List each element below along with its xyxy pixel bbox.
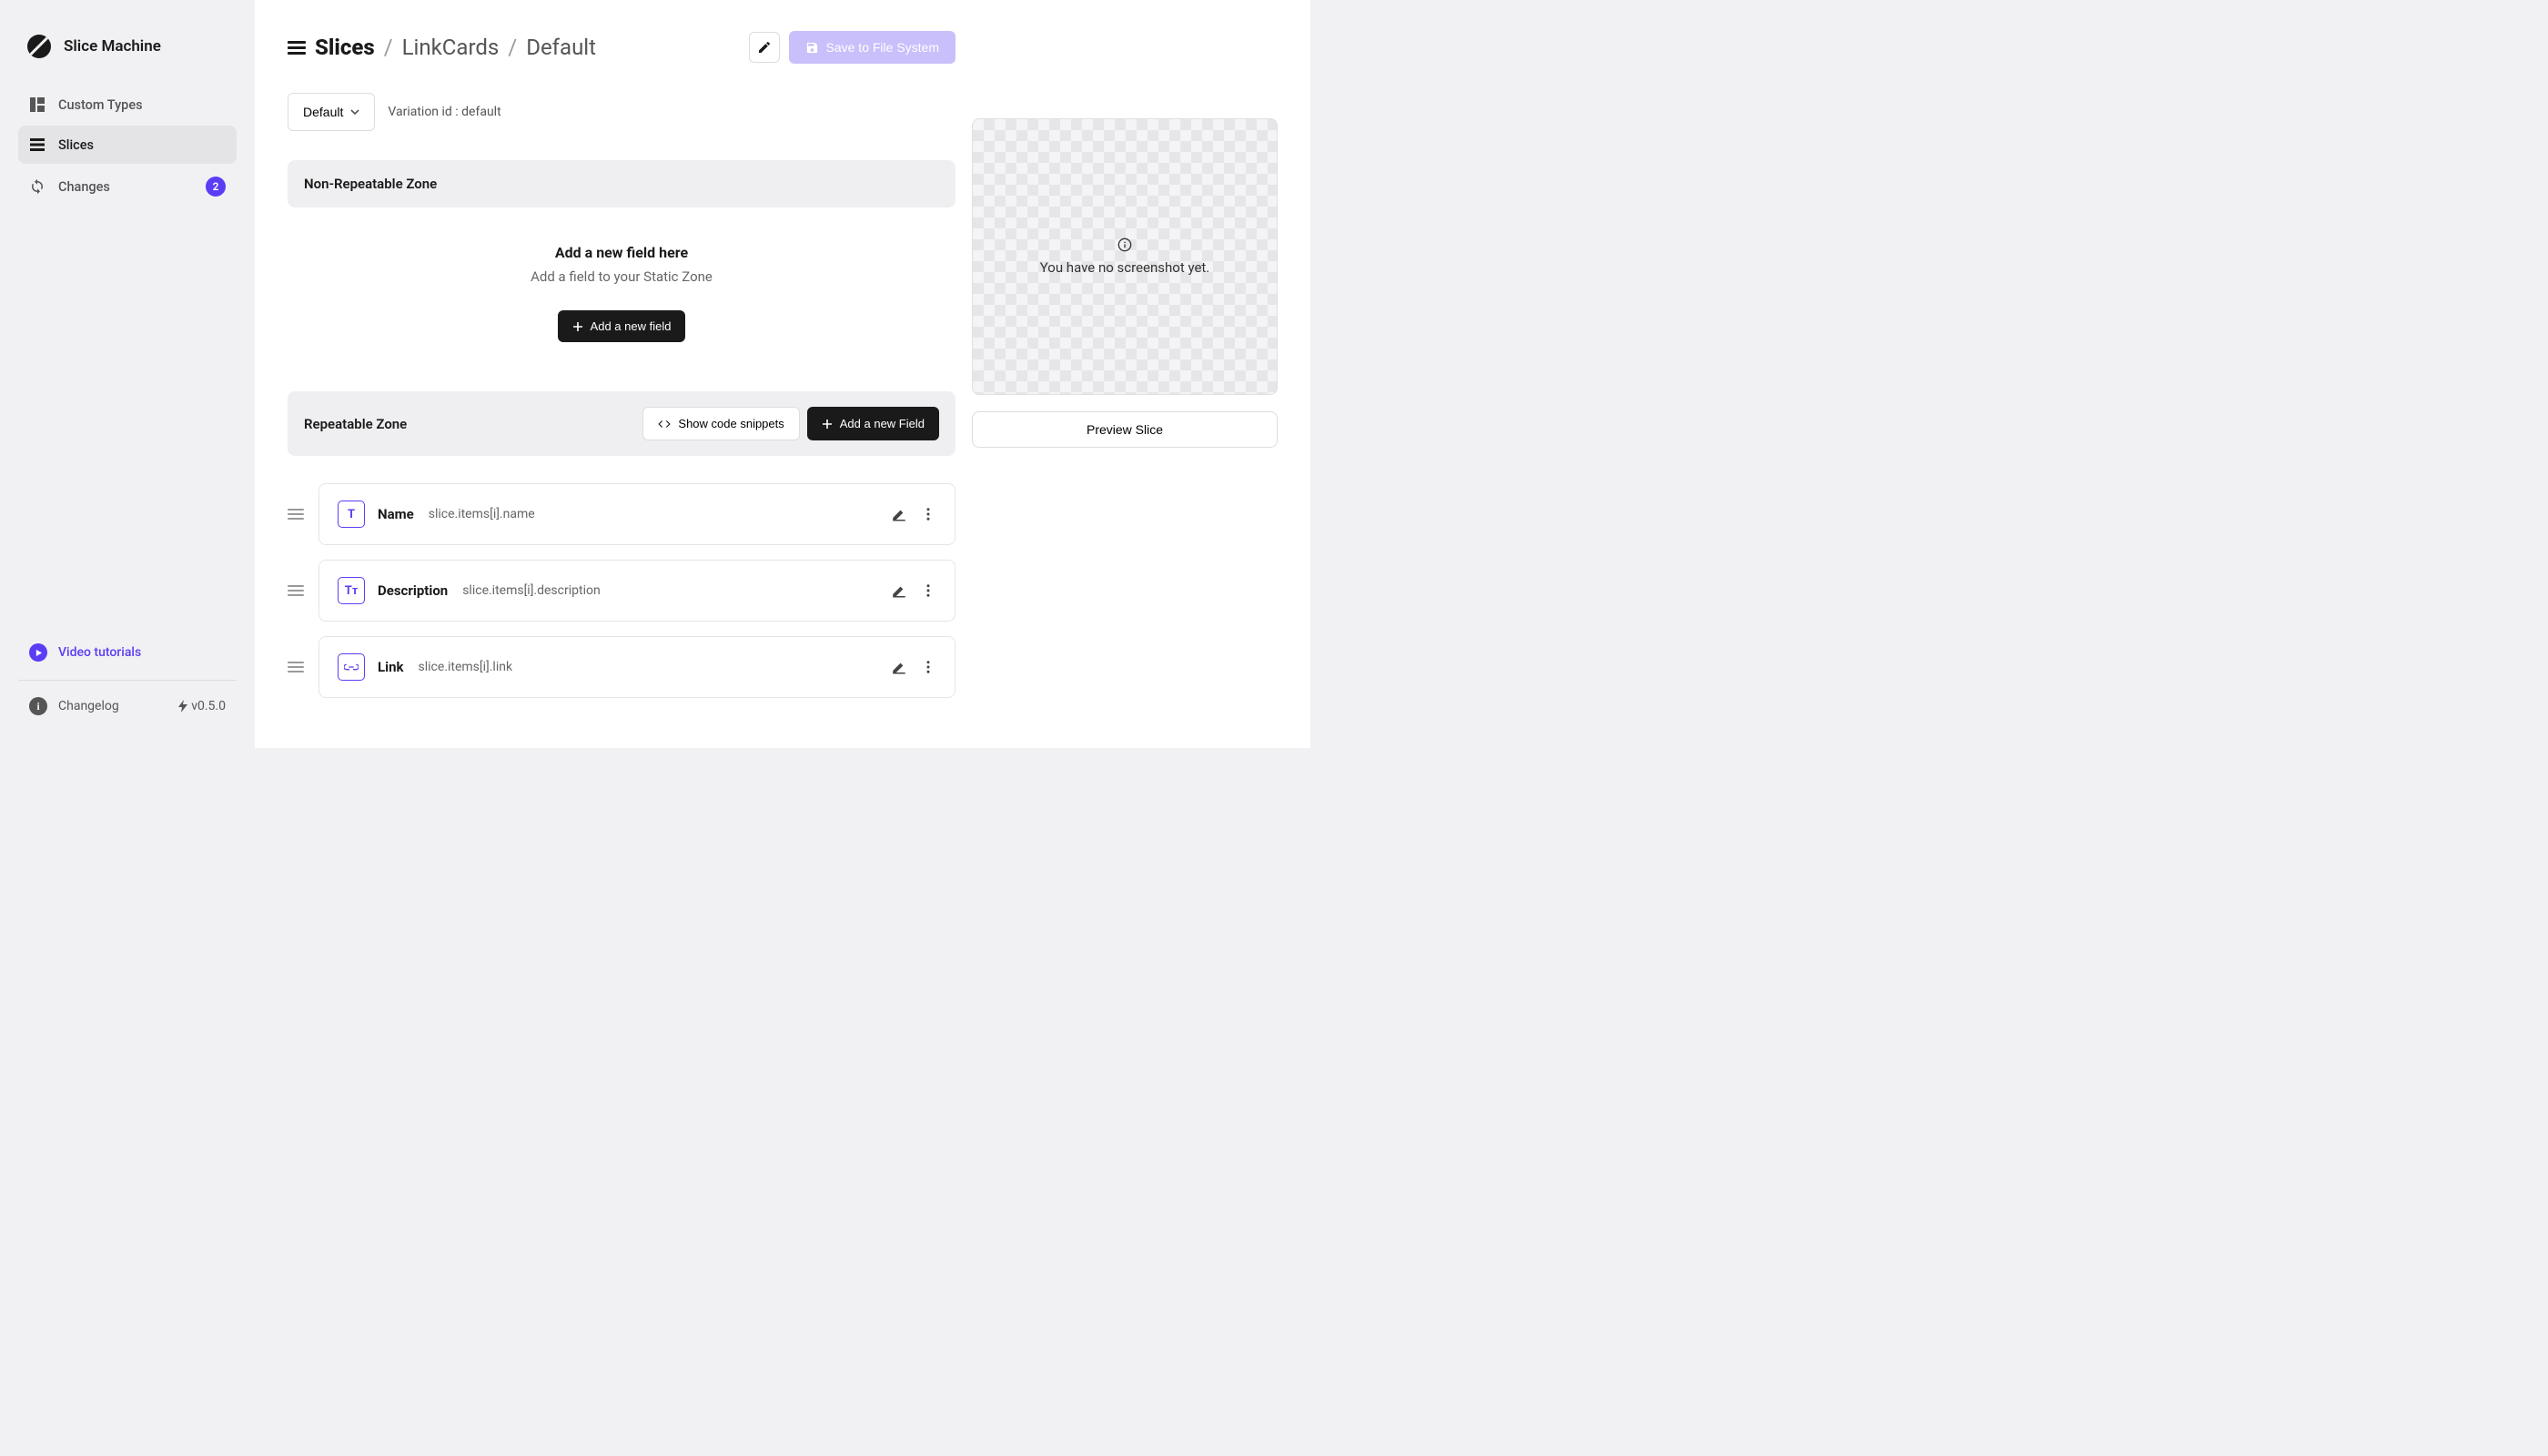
logo-row: Slice Machine [0, 18, 255, 86]
variation-selected: Default [303, 105, 343, 119]
code-icon [658, 418, 671, 430]
field-actions [891, 582, 936, 599]
variation-dropdown[interactable]: Default [288, 93, 375, 131]
sidebar-item-label: Custom Types [58, 97, 143, 113]
nonrepeatable-zone-header: Non-Repeatable Zone [288, 160, 956, 207]
changes-badge: 2 [206, 177, 226, 197]
sidebar-item-custom-types[interactable]: Custom Types [18, 86, 237, 124]
menu-icon[interactable] [288, 38, 306, 56]
field-path: slice.items[i].link [419, 660, 513, 674]
empty-title: Add a new field here [306, 244, 937, 261]
sidebar-item-slices[interactable]: Slices [18, 126, 237, 164]
show-snippets-label: Show code snippets [678, 417, 784, 430]
add-field-label: Add a new Field [840, 417, 925, 430]
video-tutorials-link[interactable]: Video tutorials [18, 632, 237, 681]
plus-icon [572, 321, 583, 332]
field-actions [891, 659, 936, 675]
add-field-button-static[interactable]: Add a new field [558, 310, 686, 342]
field-path: slice.items[i].name [429, 507, 535, 521]
repeatable-zone-header: Repeatable Zone Show code snippets Add a… [288, 391, 956, 456]
sidebar-item-label: Slices [58, 137, 94, 153]
show-snippets-button[interactable]: Show code snippets [642, 407, 799, 440]
field-list: T Name slice.items[i].name Tᴛ Descriptio… [288, 456, 956, 698]
logo-icon [27, 35, 51, 58]
sidebar-footer: Video tutorials i Changelog v0.5.0 [0, 632, 255, 730]
text-type-icon: T [338, 500, 365, 528]
changelog-label: Changelog [58, 699, 119, 713]
info-outline-icon [1117, 238, 1132, 252]
main: Slices / LinkCards / Default Save to Fil… [255, 0, 1310, 748]
field-card-name: T Name slice.items[i].name [318, 483, 956, 545]
add-field-label: Add a new field [591, 319, 672, 333]
richtext-type-icon: Tᴛ [338, 577, 365, 604]
right-panel: You have no screenshot yet. Preview Slic… [972, 31, 1278, 717]
variation-id-label: Variation id : default [388, 105, 500, 119]
zone-title: Repeatable Zone [304, 416, 407, 432]
no-screenshot-text: You have no screenshot yet. [1040, 259, 1210, 276]
page-header: Slices / LinkCards / Default Save to Fil… [288, 31, 956, 64]
more-menu-icon[interactable] [920, 506, 936, 522]
edit-button[interactable] [749, 32, 780, 63]
breadcrumb-sep: / [508, 35, 517, 60]
sidebar-item-label: Changes [58, 179, 110, 195]
zone-actions: Show code snippets Add a new Field [642, 407, 939, 440]
changelog-row[interactable]: i Changelog v0.5.0 [18, 681, 237, 715]
field-name: Description [378, 582, 448, 599]
variation-row: Default Variation id : default [288, 93, 956, 131]
zone-title: Non-Repeatable Zone [304, 176, 437, 192]
field-row: Tᴛ Description slice.items[i].descriptio… [288, 560, 956, 622]
field-path: slice.items[i].description [462, 583, 601, 598]
preview-slice-button[interactable]: Preview Slice [972, 411, 1278, 448]
breadcrumb-linkcards[interactable]: LinkCards [402, 35, 500, 60]
preview-label: Preview Slice [1087, 422, 1163, 437]
field-name: Link [378, 659, 404, 675]
breadcrumb-sep: / [384, 35, 393, 60]
slices-icon [29, 136, 46, 153]
header-actions: Save to File System [749, 31, 956, 64]
bolt-icon [178, 700, 187, 713]
sidebar: Slice Machine Custom Types Slices Change… [0, 0, 255, 748]
drag-handle-icon[interactable] [288, 662, 304, 672]
pencil-icon[interactable] [891, 659, 907, 675]
field-row: Link slice.items[i].link [288, 636, 956, 698]
dashboard-icon [29, 96, 46, 113]
field-name: Name [378, 506, 414, 522]
field-card-link: Link slice.items[i].link [318, 636, 956, 698]
sidebar-item-changes[interactable]: Changes 2 [18, 166, 237, 207]
main-left: Slices / LinkCards / Default Save to Fil… [288, 31, 956, 717]
field-card-description: Tᴛ Description slice.items[i].descriptio… [318, 560, 956, 622]
breadcrumb: Slices / LinkCards / Default [288, 35, 596, 60]
save-icon [805, 41, 819, 55]
add-field-button-repeat[interactable]: Add a new Field [807, 407, 939, 440]
chevron-down-icon [350, 109, 359, 115]
drag-handle-icon[interactable] [288, 509, 304, 520]
more-menu-icon[interactable] [920, 582, 936, 599]
info-icon: i [29, 697, 47, 715]
more-menu-icon[interactable] [920, 659, 936, 675]
field-row: T Name slice.items[i].name [288, 483, 956, 545]
save-label: Save to File System [826, 40, 940, 55]
nav: Custom Types Slices Changes 2 [0, 86, 255, 632]
save-button[interactable]: Save to File System [789, 31, 956, 64]
pencil-icon[interactable] [891, 506, 907, 522]
breadcrumb-default: Default [526, 35, 596, 60]
pencil-icon[interactable] [891, 582, 907, 599]
video-tutorials-label: Video tutorials [58, 645, 141, 660]
plus-icon [822, 419, 833, 430]
link-type-icon [338, 653, 365, 681]
pencil-icon [757, 40, 772, 55]
breadcrumb-root[interactable]: Slices [315, 35, 375, 60]
sync-icon [29, 178, 46, 195]
field-actions [891, 506, 936, 522]
play-icon [29, 643, 47, 662]
drag-handle-icon[interactable] [288, 585, 304, 596]
brand-name: Slice Machine [64, 37, 161, 56]
empty-sub: Add a field to your Static Zone [306, 268, 937, 285]
nonrepeatable-zone-empty: Add a new field here Add a field to your… [288, 207, 956, 391]
screenshot-placeholder[interactable]: You have no screenshot yet. [972, 118, 1278, 395]
version-label: v0.5.0 [178, 699, 226, 713]
